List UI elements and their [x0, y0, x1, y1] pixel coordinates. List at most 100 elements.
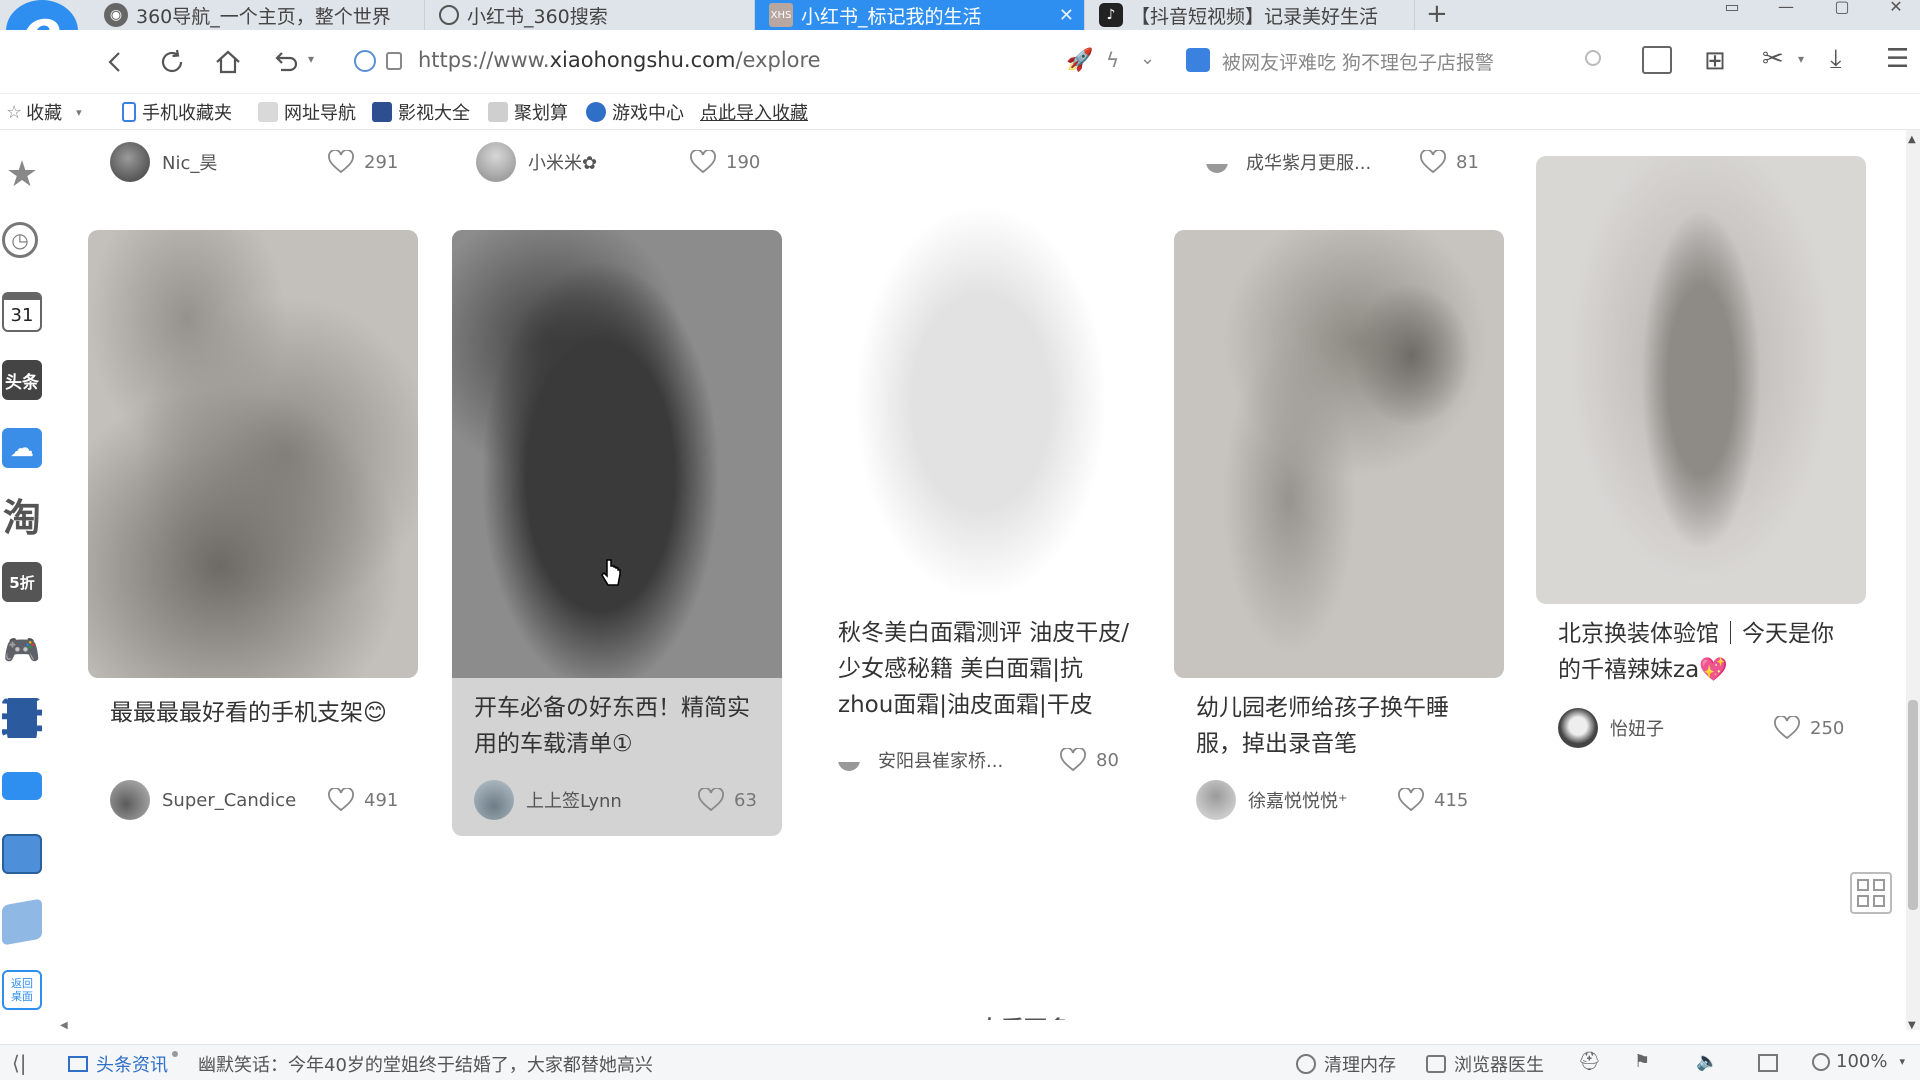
- download-icon[interactable]: ⤓: [1830, 44, 1842, 75]
- note-cover-image[interactable]: [88, 230, 418, 678]
- desktop-icon[interactable]: 返回桌面: [2, 970, 42, 1010]
- see-more-button[interactable]: 查看更多: [978, 1010, 1070, 1020]
- scroll-left-icon[interactable]: ◀: [60, 1020, 68, 1031]
- note-author[interactable]: 成华紫月更服...: [1206, 142, 1371, 182]
- note-cover-image[interactable]: [1174, 230, 1504, 678]
- bookmark-favorites[interactable]: ☆ 收藏 ▾: [6, 98, 82, 126]
- minimize-icon[interactable]: ▭: [1712, 0, 1752, 18]
- monitor-icon[interactable]: [2, 772, 42, 800]
- like-button[interactable]: 250: [1774, 708, 1844, 748]
- note-author[interactable]: 安阳县崔家桥...: [838, 740, 1003, 780]
- note-title[interactable]: 开车必备の好东西！精简实用的车载清单①: [474, 690, 764, 762]
- window-close-icon[interactable]: ✕: [1876, 0, 1916, 18]
- note-cover-image[interactable]: [1536, 156, 1866, 604]
- volume-icon[interactable]: 🔈: [1696, 1051, 1718, 1072]
- calendar-icon[interactable]: 31: [2, 292, 42, 332]
- note-author[interactable]: Nic_昊: [110, 142, 217, 182]
- chevron-down-icon[interactable]: ⌄: [1140, 48, 1155, 69]
- scrollbar-thumb[interactable]: [1908, 700, 1918, 910]
- close-icon[interactable]: ✕: [1059, 5, 1074, 26]
- tab-360-search[interactable]: 小红书_360搜索: [425, 0, 755, 30]
- note-card[interactable]: 秋冬美白面霜测评 油皮干皮/少女感秘籍 美白面霜|抗zhou面霜|油皮面霜|干皮…: [816, 190, 1146, 890]
- address-bar[interactable]: https://www.xiaohongshu.com/explore: [418, 48, 821, 72]
- bookmark-import[interactable]: 点此导入收藏: [700, 98, 808, 126]
- zoom-control[interactable]: 100% ▾: [1812, 1051, 1905, 1072]
- chevron-down-icon[interactable]: ▾: [1798, 52, 1804, 66]
- note-cover-image[interactable]: [816, 190, 1146, 598]
- new-tab-button[interactable]: +: [1426, 0, 1448, 28]
- note-author[interactable]: 小米米✿: [476, 142, 597, 182]
- back-button[interactable]: [98, 44, 134, 80]
- scissors-icon[interactable]: ✂: [1762, 44, 1784, 74]
- like-button[interactable]: 63: [698, 780, 757, 820]
- screen-icon[interactable]: [1758, 1054, 1778, 1072]
- star-icon[interactable]: ★: [2, 154, 42, 195]
- like-button[interactable]: 80: [1060, 740, 1119, 780]
- like-button[interactable]: 81: [1420, 142, 1479, 182]
- menu-icon[interactable]: ☰: [1886, 44, 1909, 74]
- note-author[interactable]: 上上签Lynn: [474, 780, 622, 820]
- bookmark-video[interactable]: 影视大全: [372, 98, 470, 126]
- note-card[interactable]: 最最最最好看的手机支架😊 Super_Candice 491: [88, 230, 418, 970]
- note-cover-image[interactable]: [452, 230, 782, 678]
- cloud-icon[interactable]: ☁: [2, 428, 42, 468]
- discount-icon[interactable]: 5折: [2, 562, 42, 602]
- search-icon[interactable]: [1585, 50, 1601, 66]
- note-author[interactable]: 怡妞子: [1558, 708, 1664, 748]
- like-button[interactable]: 190: [690, 142, 760, 182]
- bookmark-phone[interactable]: 手机收藏夹: [122, 98, 232, 126]
- news-ticker[interactable]: 幽默笑话：今年40岁的堂姐终于结婚了，大家都替她高兴: [198, 1051, 653, 1077]
- tab-360-nav[interactable]: ◉ 360导航_一个主页，整个世界: [90, 0, 425, 30]
- tab-xiaohongshu[interactable]: XHS 小红书_标记我的生活 ✕: [755, 0, 1085, 30]
- notebook-icon[interactable]: [2, 898, 42, 946]
- tab-douyin[interactable]: ♪ 【抖音短视频】记录美好生活: [1085, 0, 1415, 30]
- browser-doctor-button[interactable]: 浏览器医生: [1426, 1051, 1544, 1077]
- home-button[interactable]: [210, 44, 246, 80]
- chevron-down-icon[interactable]: ▾: [308, 52, 314, 66]
- film-icon[interactable]: [2, 698, 42, 738]
- restore-icon[interactable]: —: [1766, 0, 1806, 18]
- paw-icon: [1186, 48, 1210, 72]
- shield-icon[interactable]: [354, 50, 376, 72]
- toutiao-icon[interactable]: 头条: [2, 360, 42, 400]
- maximize-icon[interactable]: ▢: [1822, 0, 1862, 18]
- rocket-icon[interactable]: 🚀: [1066, 48, 1093, 73]
- apps-icon[interactable]: ⊞: [1704, 46, 1726, 76]
- undo-close-button[interactable]: [268, 44, 304, 80]
- note-author[interactable]: Super_Candice: [110, 780, 296, 820]
- translate-icon[interactable]: ⚑: [1634, 1051, 1650, 1072]
- sidebar-toggle-icon[interactable]: ⟨|: [12, 1051, 27, 1075]
- like-count: 81: [1456, 151, 1479, 173]
- clean-icon: [1296, 1054, 1316, 1074]
- reload-button[interactable]: [154, 44, 190, 80]
- like-button[interactable]: 291: [328, 142, 398, 182]
- hat-icon[interactable]: ⛑: [1578, 1051, 1601, 1072]
- qr-code-icon[interactable]: [1850, 872, 1892, 914]
- bookmark-deal[interactable]: 聚划算: [488, 98, 568, 126]
- note-title[interactable]: 最最最最好看的手机支架😊: [110, 695, 400, 731]
- note-card[interactable]: 开车必备の好东西！精简实用的车载清单① 上上签Lynn 63: [452, 230, 782, 836]
- clock-icon[interactable]: ◷: [2, 222, 38, 258]
- like-button[interactable]: 491: [328, 780, 398, 820]
- scroll-up-icon[interactable]: ▲: [1908, 134, 1916, 145]
- translate-icon[interactable]: [1642, 46, 1672, 74]
- gamepad-icon[interactable]: 🎮: [2, 630, 42, 670]
- note-author[interactable]: 徐嘉悦悦悦⁺: [1196, 780, 1348, 820]
- taobao-icon[interactable]: 淘: [2, 494, 42, 540]
- note-title[interactable]: 秋冬美白面霜测评 油皮干皮/少女感秘籍 美白面霜|抗zhou面霜|油皮面霜|干皮: [838, 615, 1134, 723]
- bookmark-nav[interactable]: 网址导航: [258, 98, 356, 126]
- clean-memory-button[interactable]: 清理内存: [1296, 1051, 1396, 1077]
- bookmark-game[interactable]: 游戏中心: [586, 98, 684, 126]
- news-button[interactable]: 头条资讯: [68, 1051, 178, 1077]
- note-title[interactable]: 幼儿园老师给孩子换午睡服，掉出录音笔: [1196, 690, 1486, 762]
- search-suggestion[interactable]: 被网友评难吃 狗不理包子店报警: [1222, 48, 1494, 75]
- lightning-icon[interactable]: ϟ: [1106, 48, 1119, 72]
- author-name: 上上签Lynn: [526, 791, 622, 812]
- bookmark-label: 点此导入收藏: [700, 103, 808, 124]
- like-button[interactable]: 415: [1398, 780, 1468, 820]
- note-title[interactable]: 北京换装体验馆｜今天是你的千禧辣妹za💖: [1558, 616, 1854, 688]
- note-card[interactable]: 北京换装体验馆｜今天是你的千禧辣妹za💖 怡妞子 250: [1536, 156, 1866, 796]
- calculator-icon[interactable]: [2, 834, 42, 874]
- scroll-down-icon[interactable]: ▼: [1908, 1020, 1916, 1031]
- note-card[interactable]: 幼儿园老师给孩子换午睡服，掉出录音笔 徐嘉悦悦悦⁺ 415: [1174, 230, 1504, 970]
